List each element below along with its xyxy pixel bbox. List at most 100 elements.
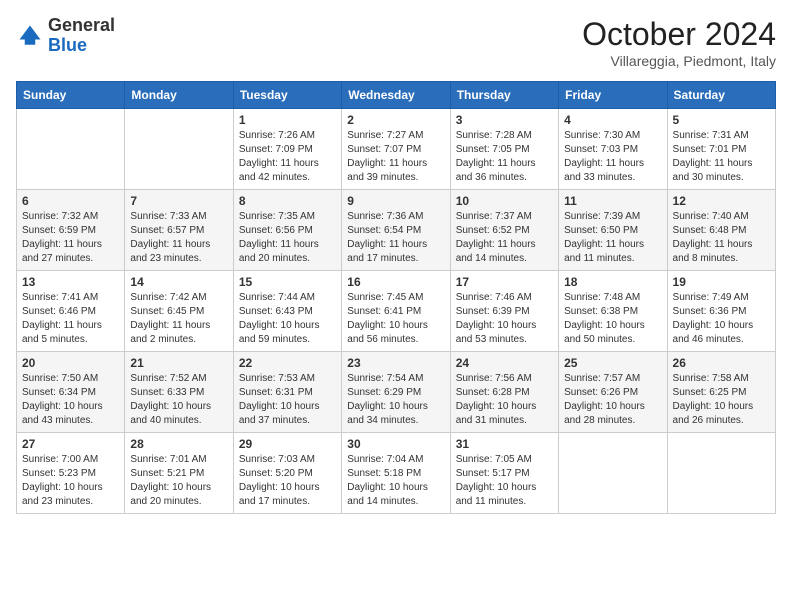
day-cell: 9Sunrise: 7:36 AM Sunset: 6:54 PM Daylig… xyxy=(342,190,450,271)
day-info: Sunrise: 7:40 AM Sunset: 6:48 PM Dayligh… xyxy=(673,210,770,266)
page-header: General Blue October 2024 Villareggia, P… xyxy=(16,16,776,69)
day-cell: 31 Sunrise: 7:05 AM Sunset: 5:17 PM Dayli… xyxy=(450,433,558,514)
week-row-2: 6 Sunrise: 7:32 AM Sunset: 6:59 PM Daylig… xyxy=(17,190,776,271)
day-number: 17 xyxy=(456,275,553,289)
day-number: 18 xyxy=(564,275,661,289)
day-number: 3 xyxy=(456,113,553,127)
day-cell: 10 Sunrise: 7:37 AM Sunset: 6:52 PM Dayli… xyxy=(450,190,558,271)
day-number: 6 xyxy=(22,194,119,208)
day-info: Sunrise: 7:49 AM Sunset: 6:36 PM Dayligh… xyxy=(673,291,770,347)
day-cell: 13Sunrise: 7:41 AM Sunset: 6:46 PM Dayli… xyxy=(17,271,125,352)
day-info: Sunrise: 7:26 AM Sunset: 7:09 PM Dayligh… xyxy=(239,129,336,185)
day-info: Sunrise: 7:46 AM Sunset: 6:39 PM Dayligh… xyxy=(456,291,553,347)
day-info: Sunrise: 7:57 AM Sunset: 6:26 PM Dayligh… xyxy=(564,372,661,428)
day-number: 26 xyxy=(673,356,770,370)
day-number: 28 xyxy=(130,437,227,451)
day-info: Sunrise: 7:44 AM Sunset: 6:43 PM Dayligh… xyxy=(239,291,336,347)
day-cell: 21Sunrise: 7:52 AM Sunset: 6:33 PM Dayli… xyxy=(125,352,233,433)
day-number: 27 xyxy=(22,437,119,451)
month-year-title: October 2024 xyxy=(582,16,776,53)
day-number: 25 xyxy=(564,356,661,370)
day-info: Sunrise: 7:04 AM Sunset: 5:18 PM Dayligh… xyxy=(347,453,444,509)
day-number: 20 xyxy=(22,356,119,370)
week-row-3: 13Sunrise: 7:41 AM Sunset: 6:46 PM Dayli… xyxy=(17,271,776,352)
day-info: Sunrise: 7:39 AM Sunset: 6:50 PM Dayligh… xyxy=(564,210,661,266)
day-cell: 26Sunrise: 7:58 AM Sunset: 6:25 PM Dayli… xyxy=(667,352,775,433)
day-info: Sunrise: 7:01 AM Sunset: 5:21 PM Dayligh… xyxy=(130,453,227,509)
day-info: Sunrise: 7:36 AM Sunset: 6:54 PM Dayligh… xyxy=(347,210,444,266)
day-cell: 25 Sunrise: 7:57 AM Sunset: 6:26 PM Dayli… xyxy=(559,352,667,433)
day-number: 29 xyxy=(239,437,336,451)
logo-general: General xyxy=(48,15,115,35)
week-row-1: 1 Sunrise: 7:26 AM Sunset: 7:09 PM Daylig… xyxy=(17,109,776,190)
weekday-header-wednesday: Wednesday xyxy=(342,82,450,109)
day-number: 30 xyxy=(347,437,444,451)
day-cell: 11 Sunrise: 7:39 AM Sunset: 6:50 PM Dayli… xyxy=(559,190,667,271)
day-cell xyxy=(667,433,775,514)
day-number: 1 xyxy=(239,113,336,127)
day-info: Sunrise: 7:32 AM Sunset: 6:59 PM Dayligh… xyxy=(22,210,119,266)
day-info: Sunrise: 7:37 AM Sunset: 6:52 PM Dayligh… xyxy=(456,210,553,266)
day-cell: 7 Sunrise: 7:33 AM Sunset: 6:57 PM Daylig… xyxy=(125,190,233,271)
day-cell: 2 Sunrise: 7:27 AM Sunset: 7:07 PM Daylig… xyxy=(342,109,450,190)
day-number: 16 xyxy=(347,275,444,289)
day-cell: 6 Sunrise: 7:32 AM Sunset: 6:59 PM Daylig… xyxy=(17,190,125,271)
day-number: 5 xyxy=(673,113,770,127)
logo-icon xyxy=(16,22,44,50)
logo: General Blue xyxy=(16,16,115,56)
day-info: Sunrise: 7:30 AM Sunset: 7:03 PM Dayligh… xyxy=(564,129,661,185)
day-info: Sunrise: 7:42 AM Sunset: 6:45 PM Dayligh… xyxy=(130,291,227,347)
day-info: Sunrise: 7:48 AM Sunset: 6:38 PM Dayligh… xyxy=(564,291,661,347)
day-number: 31 xyxy=(456,437,553,451)
day-cell: 3Sunrise: 7:28 AM Sunset: 7:05 PM Daylig… xyxy=(450,109,558,190)
day-cell: 24 Sunrise: 7:56 AM Sunset: 6:28 PM Dayli… xyxy=(450,352,558,433)
logo-text: General Blue xyxy=(48,16,115,56)
day-info: Sunrise: 7:00 AM Sunset: 5:23 PM Dayligh… xyxy=(22,453,119,509)
week-row-4: 20Sunrise: 7:50 AM Sunset: 6:34 PM Dayli… xyxy=(17,352,776,433)
day-info: Sunrise: 7:31 AM Sunset: 7:01 PM Dayligh… xyxy=(673,129,770,185)
day-cell: 29Sunrise: 7:03 AM Sunset: 5:20 PM Dayli… xyxy=(233,433,341,514)
day-number: 11 xyxy=(564,194,661,208)
day-number: 12 xyxy=(673,194,770,208)
day-cell: 28 Sunrise: 7:01 AM Sunset: 5:21 PM Dayli… xyxy=(125,433,233,514)
day-cell: 8 Sunrise: 7:35 AM Sunset: 6:56 PM Daylig… xyxy=(233,190,341,271)
day-info: Sunrise: 7:35 AM Sunset: 6:56 PM Dayligh… xyxy=(239,210,336,266)
day-info: Sunrise: 7:05 AM Sunset: 5:17 PM Dayligh… xyxy=(456,453,553,509)
weekday-header-tuesday: Tuesday xyxy=(233,82,341,109)
day-cell xyxy=(17,109,125,190)
day-cell: 4Sunrise: 7:30 AM Sunset: 7:03 PM Daylig… xyxy=(559,109,667,190)
day-info: Sunrise: 7:33 AM Sunset: 6:57 PM Dayligh… xyxy=(130,210,227,266)
day-cell: 30 Sunrise: 7:04 AM Sunset: 5:18 PM Dayli… xyxy=(342,433,450,514)
day-cell: 15Sunrise: 7:44 AM Sunset: 6:43 PM Dayli… xyxy=(233,271,341,352)
day-cell: 27 Sunrise: 7:00 AM Sunset: 5:23 PM Dayli… xyxy=(17,433,125,514)
day-number: 10 xyxy=(456,194,553,208)
weekday-header-thursday: Thursday xyxy=(450,82,558,109)
day-cell: 23Sunrise: 7:54 AM Sunset: 6:29 PM Dayli… xyxy=(342,352,450,433)
day-number: 23 xyxy=(347,356,444,370)
day-number: 2 xyxy=(347,113,444,127)
day-cell: 20Sunrise: 7:50 AM Sunset: 6:34 PM Dayli… xyxy=(17,352,125,433)
day-cell: 17 Sunrise: 7:46 AM Sunset: 6:39 PM Dayli… xyxy=(450,271,558,352)
weekday-header-sunday: Sunday xyxy=(17,82,125,109)
weekday-header-row: SundayMondayTuesdayWednesdayThursdayFrid… xyxy=(17,82,776,109)
day-cell xyxy=(559,433,667,514)
day-number: 22 xyxy=(239,356,336,370)
day-cell: 5 Sunrise: 7:31 AM Sunset: 7:01 PM Daylig… xyxy=(667,109,775,190)
day-number: 24 xyxy=(456,356,553,370)
day-number: 14 xyxy=(130,275,227,289)
day-number: 13 xyxy=(22,275,119,289)
day-cell: 19Sunrise: 7:49 AM Sunset: 6:36 PM Dayli… xyxy=(667,271,775,352)
week-row-5: 27 Sunrise: 7:00 AM Sunset: 5:23 PM Dayli… xyxy=(17,433,776,514)
day-number: 21 xyxy=(130,356,227,370)
weekday-header-friday: Friday xyxy=(559,82,667,109)
logo-blue: Blue xyxy=(48,35,87,55)
day-number: 7 xyxy=(130,194,227,208)
day-number: 8 xyxy=(239,194,336,208)
day-info: Sunrise: 7:27 AM Sunset: 7:07 PM Dayligh… xyxy=(347,129,444,185)
day-info: Sunrise: 7:56 AM Sunset: 6:28 PM Dayligh… xyxy=(456,372,553,428)
day-cell: 14 Sunrise: 7:42 AM Sunset: 6:45 PM Dayli… xyxy=(125,271,233,352)
day-cell xyxy=(125,109,233,190)
day-cell: 18 Sunrise: 7:48 AM Sunset: 6:38 PM Dayli… xyxy=(559,271,667,352)
weekday-header-monday: Monday xyxy=(125,82,233,109)
title-block: October 2024 Villareggia, Piedmont, Ital… xyxy=(582,16,776,69)
